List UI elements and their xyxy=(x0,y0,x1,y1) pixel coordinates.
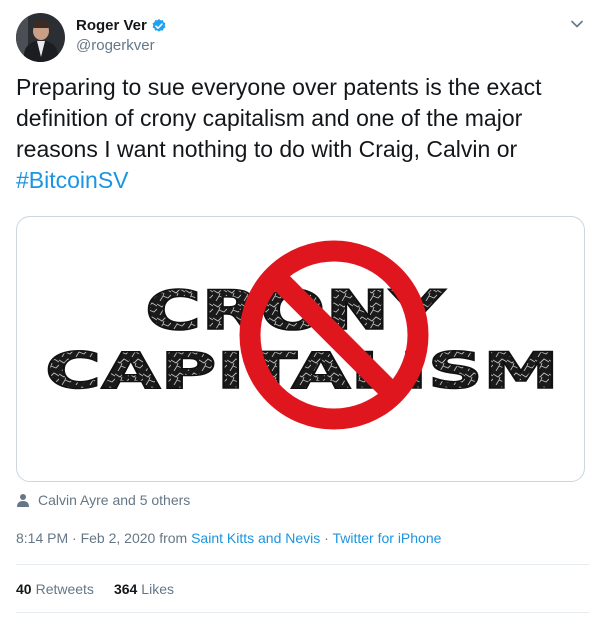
tweet-timestamp[interactable]: 8:14 PM · Feb 2, 2020 from xyxy=(16,530,191,546)
tweet-metadata: 8:14 PM · Feb 2, 2020 from Saint Kitts a… xyxy=(16,530,441,546)
image-word-capitalism: CAPITALISM xyxy=(45,342,559,400)
author-name-row[interactable]: Roger Ver xyxy=(76,17,167,34)
tweet-text: Preparing to sue everyone over patents i… xyxy=(16,72,586,196)
avatar[interactable] xyxy=(16,13,65,62)
retweets-stat[interactable]: 40 Retweets xyxy=(16,581,94,597)
likes-label: Likes xyxy=(141,581,174,597)
location-link[interactable]: Saint Kitts and Nevis xyxy=(191,530,320,546)
crony-capitalism-image: CRONY CAPITALISM xyxy=(44,240,560,430)
engagement-stats: 40 Retweets 364 Likes xyxy=(16,581,194,597)
retweets-count: 40 xyxy=(16,581,32,597)
tweet-body: Preparing to sue everyone over patents i… xyxy=(16,74,542,162)
likes-count: 364 xyxy=(113,581,138,597)
tagged-label: Calvin Ayre and 5 others xyxy=(38,492,191,508)
person-icon xyxy=(17,494,29,507)
author-handle[interactable]: @rogerkver xyxy=(76,37,155,54)
divider xyxy=(16,612,589,613)
tweet-card: Roger Ver @rogerkver Preparing to sue ev… xyxy=(0,0,605,619)
meta-separator: · xyxy=(320,530,333,546)
divider xyxy=(16,564,589,565)
likes-stat[interactable]: 364 Likes xyxy=(114,581,174,597)
tagged-users[interactable]: Calvin Ayre and 5 others xyxy=(16,492,190,508)
source-link[interactable]: Twitter for iPhone xyxy=(332,530,441,546)
hashtag-link[interactable]: #BitcoinSV xyxy=(16,167,129,193)
display-name[interactable]: Roger Ver xyxy=(76,17,147,34)
tweet-media[interactable]: CRONY CAPITALISM xyxy=(16,216,585,482)
retweets-label: Retweets xyxy=(35,581,94,597)
chevron-down-icon[interactable] xyxy=(570,19,584,29)
verified-badge-icon xyxy=(152,18,166,32)
